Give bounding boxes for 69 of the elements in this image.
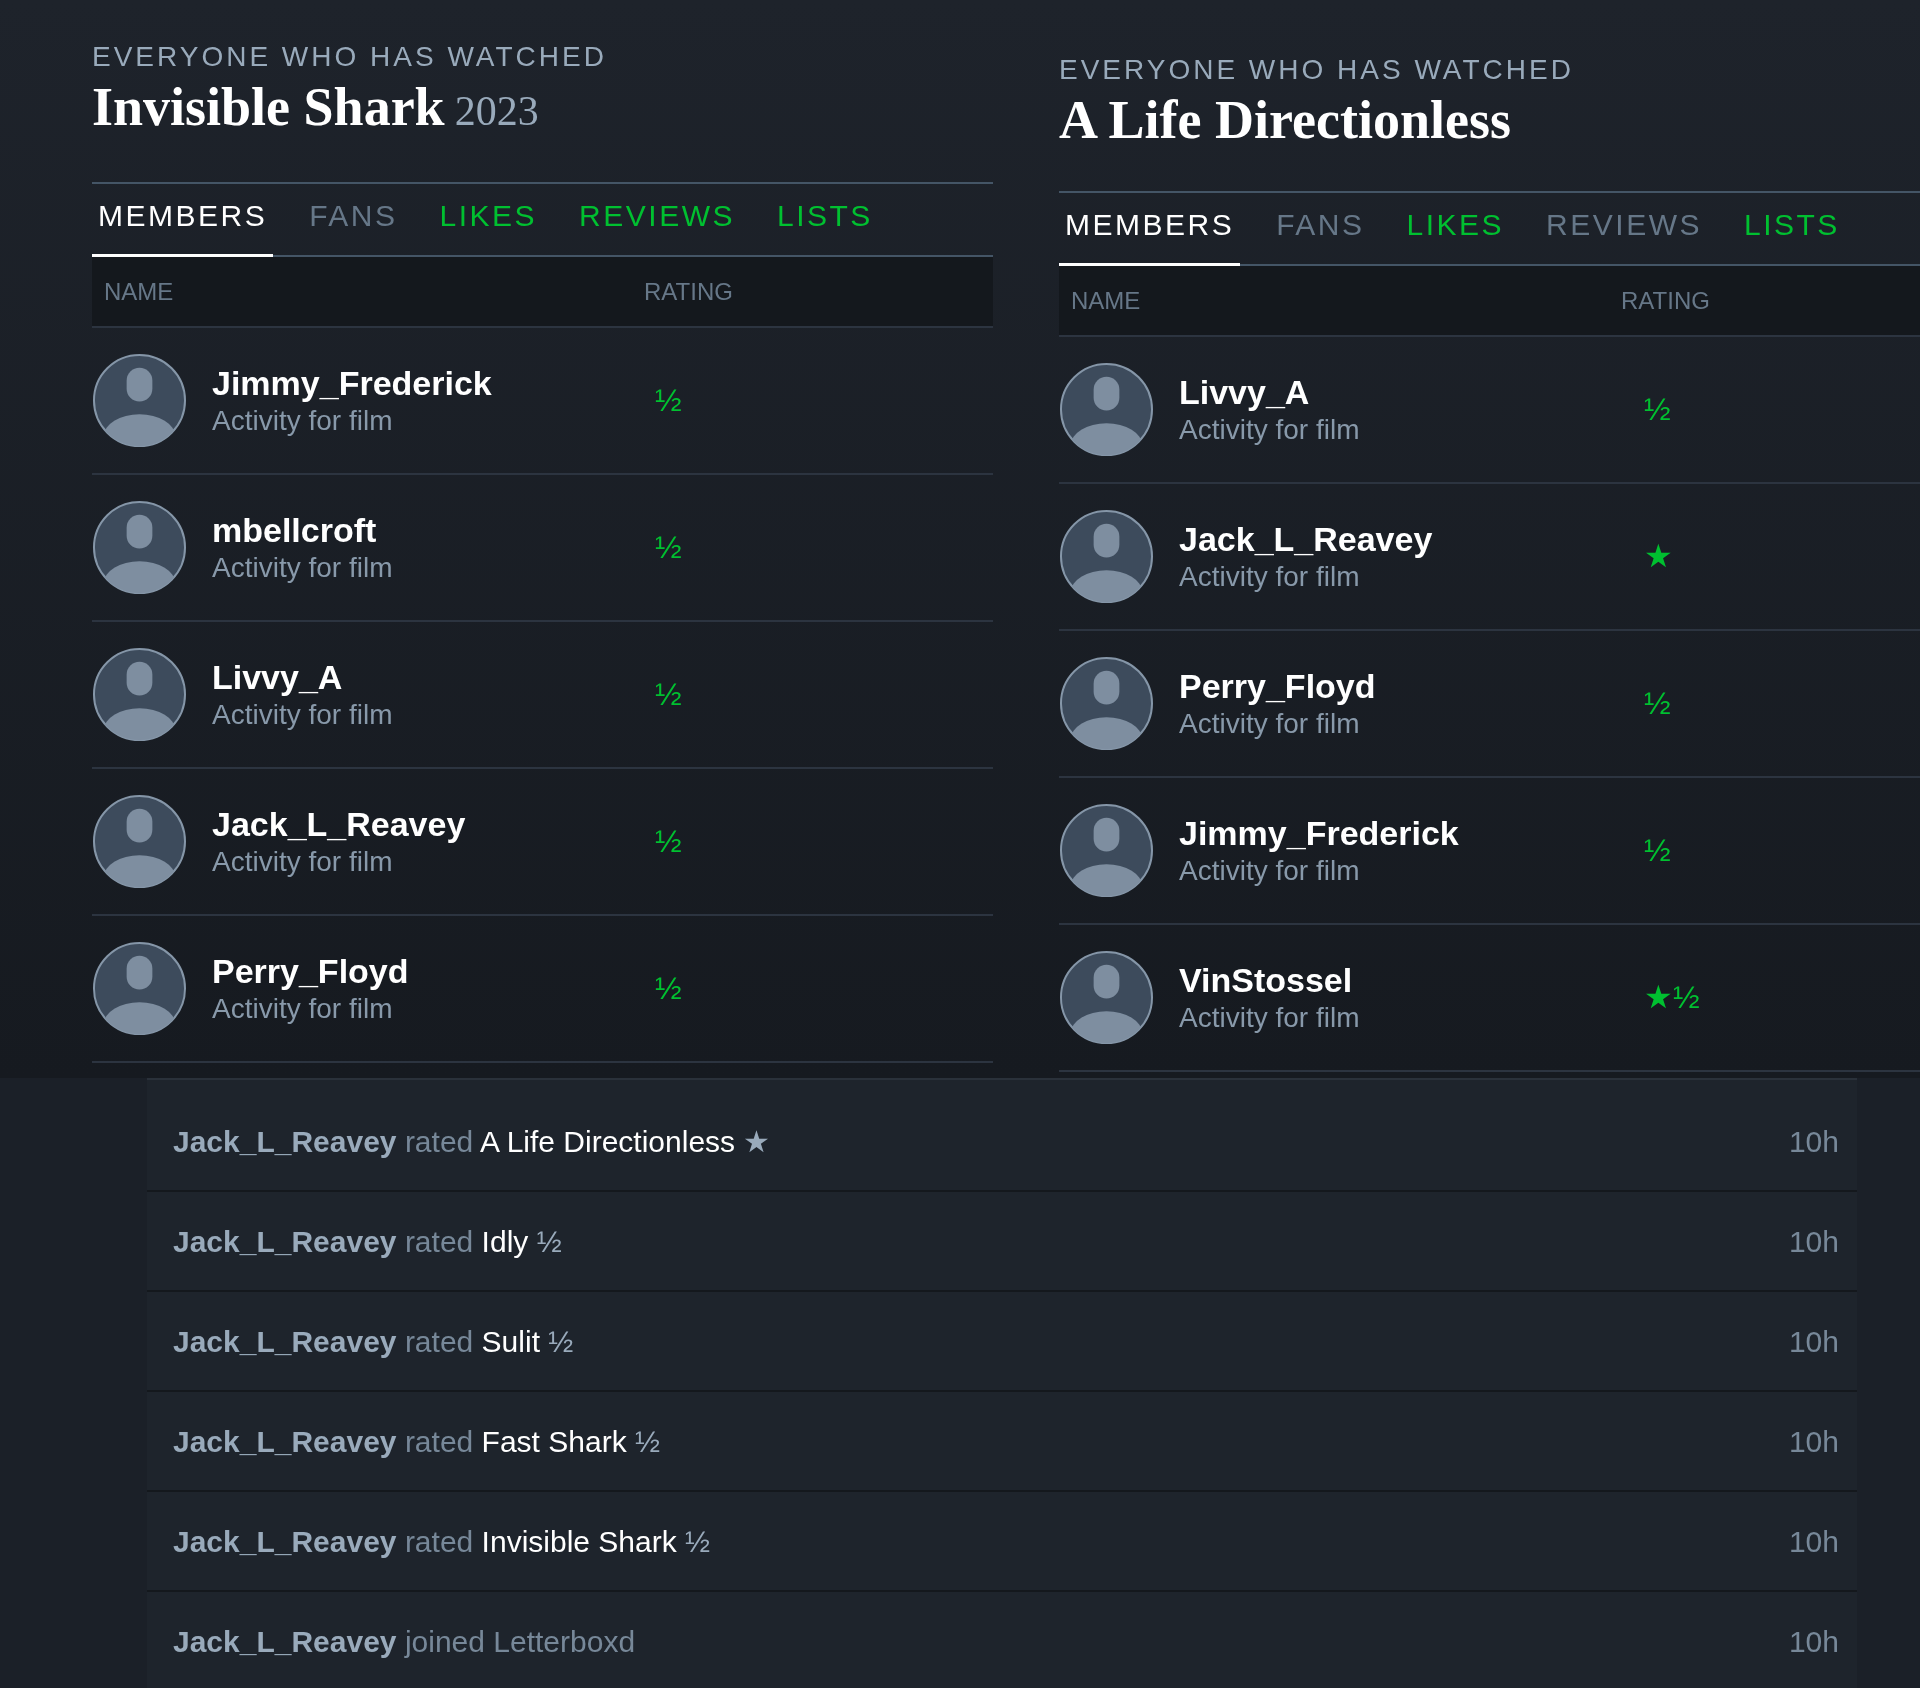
activity-link[interactable]: Activity for film xyxy=(212,990,655,1027)
member-name[interactable]: Jimmy_Frederick xyxy=(212,362,655,403)
member-name[interactable]: VinStossel xyxy=(1179,959,1644,1000)
activity-text: Jack_L_Reavey rated Idly ½ xyxy=(173,1223,562,1260)
page-kicker: EVERYONE WHO HAS WATCHED xyxy=(92,40,608,74)
tab[interactable]: REVIEWS xyxy=(573,192,741,257)
activity-time: 10h xyxy=(1788,1123,1839,1160)
activity-time: 10h xyxy=(1788,1423,1839,1460)
film-title: A Life Directionless xyxy=(1059,89,1512,152)
avatar-icon[interactable] xyxy=(1059,803,1154,898)
avatar-icon[interactable] xyxy=(92,794,187,889)
activity-time: 10h xyxy=(1788,1323,1839,1360)
avatar-icon[interactable] xyxy=(92,941,187,1036)
avatar-icon[interactable] xyxy=(92,500,187,595)
activity-link[interactable]: Activity for film xyxy=(212,843,655,880)
activity-time: 10h xyxy=(1788,1623,1839,1660)
tab[interactable]: LIKES xyxy=(1400,201,1511,266)
member-name[interactable]: Perry_Floyd xyxy=(1179,665,1644,706)
avatar-icon[interactable] xyxy=(1059,509,1154,604)
column-header: NAME xyxy=(104,276,175,307)
activity-time: 10h xyxy=(1788,1223,1839,1260)
activity-link[interactable]: Activity for film xyxy=(212,402,655,439)
member-rating: ½ xyxy=(655,675,682,714)
tab[interactable]: FANS xyxy=(303,192,404,257)
activity-link[interactable]: Activity for film xyxy=(1179,999,1644,1036)
member-rating: ½ xyxy=(1644,831,1671,870)
column-header: NAME xyxy=(1071,285,1142,316)
activity-link[interactable]: Activity for film xyxy=(212,696,655,733)
tab[interactable]: LISTS xyxy=(1737,201,1846,266)
member-name[interactable]: Perry_Floyd xyxy=(212,950,655,991)
member-name[interactable]: Jack_L_Reavey xyxy=(212,803,655,844)
film-title: Invisible Shark xyxy=(92,76,445,139)
tab[interactable]: REVIEWS xyxy=(1540,201,1708,266)
activity-text: Jack_L_Reavey rated A Life Directionless ★ xyxy=(173,1123,771,1160)
activity-link[interactable]: Activity for film xyxy=(1179,705,1644,742)
member-rating: ★½ xyxy=(1644,978,1700,1017)
member-name[interactable]: Livvy_A xyxy=(212,656,655,697)
film-year[interactable]: 2023 xyxy=(454,78,539,144)
activity-text: Jack_L_Reavey rated Invisible Shark ½ xyxy=(173,1523,711,1560)
tab[interactable]: FANS xyxy=(1270,201,1371,266)
member-rating: ½ xyxy=(655,381,682,420)
member-rating: ½ xyxy=(1644,390,1671,429)
member-rating: ★ xyxy=(1644,537,1673,576)
member-rating: ½ xyxy=(655,528,682,567)
member-name[interactable]: Livvy_A xyxy=(1179,371,1644,412)
avatar-icon[interactable] xyxy=(1059,362,1154,457)
activity-link[interactable]: Activity for film xyxy=(1179,411,1644,448)
tab[interactable]: LIKES xyxy=(433,192,544,257)
activity-link[interactable]: Activity for film xyxy=(212,549,655,586)
activity-link[interactable]: Activity for film xyxy=(1179,558,1644,595)
avatar-icon[interactable] xyxy=(1059,950,1154,1045)
avatar-icon[interactable] xyxy=(92,647,187,742)
member-name[interactable]: mbellcroft xyxy=(212,509,655,550)
member-rating: ½ xyxy=(1644,684,1671,723)
page-kicker: EVERYONE WHO HAS WATCHED xyxy=(1059,53,1575,87)
avatar-icon[interactable] xyxy=(1059,656,1154,751)
member-name[interactable]: Jimmy_Frederick xyxy=(1179,812,1644,853)
activity-text: Jack_L_Reavey rated Fast Shark ½ xyxy=(173,1423,661,1460)
column-header: RATING xyxy=(644,276,733,307)
avatar-icon[interactable] xyxy=(92,353,187,448)
member-rating: ½ xyxy=(655,969,682,1008)
activity-time: 10h xyxy=(1788,1523,1839,1560)
activity-text: Jack_L_Reavey joined Letterboxd xyxy=(173,1623,636,1660)
member-name[interactable]: Jack_L_Reavey xyxy=(1179,518,1644,559)
column-header: RATING xyxy=(1621,285,1710,316)
member-rating: ½ xyxy=(655,822,682,861)
activity-link[interactable]: Activity for film xyxy=(1179,852,1644,889)
activity-text: Jack_L_Reavey rated Sulit ½ xyxy=(173,1323,574,1360)
tab[interactable]: LISTS xyxy=(770,192,879,257)
